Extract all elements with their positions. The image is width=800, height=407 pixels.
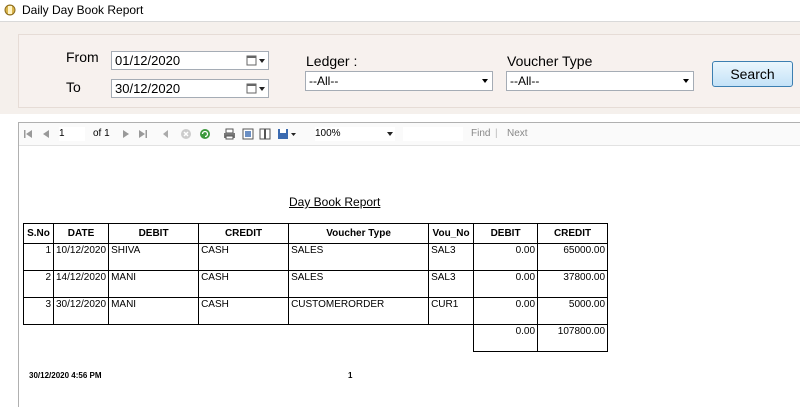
toolbar-separator: | <box>495 128 498 139</box>
table-cell: 2 <box>23 270 54 298</box>
total-debit: 0.00 <box>473 324 539 352</box>
chevron-down-icon[interactable] <box>387 132 393 136</box>
refresh-icon[interactable] <box>199 128 211 140</box>
window-title: Daily Day Book Report <box>22 3 144 17</box>
page-count: of 1 <box>93 128 110 139</box>
column-header: Vou_No <box>428 223 475 244</box>
stop-icon[interactable] <box>180 128 192 140</box>
table-cell: SAL3 <box>428 270 475 298</box>
report-footer-page: 1 <box>348 371 353 380</box>
chevron-down-icon <box>683 79 689 83</box>
to-date-value: 30/12/2020 <box>115 81 181 96</box>
search-button[interactable]: Search <box>712 61 793 87</box>
title-bar: Daily Day Book Report <box>0 0 800 22</box>
page-number-input[interactable]: 1 <box>59 127 85 141</box>
table-cell: 5000.00 <box>537 297 609 325</box>
table-header-row: S.No DATE DEBIT CREDIT Voucher Type Vou_… <box>23 223 609 244</box>
table-cell: CUSTOMERORDER <box>288 297 430 325</box>
export-icon[interactable] <box>277 128 297 140</box>
voucher-type-select[interactable]: --All-- <box>506 71 694 91</box>
table-cell: 10/12/2020 <box>52 243 110 271</box>
print-icon[interactable] <box>223 128 236 140</box>
table-cell: SALES <box>288 270 430 298</box>
table-cell: MANI <box>108 297 200 325</box>
to-date-picker[interactable]: 30/12/2020 <box>111 79 269 98</box>
next-link[interactable]: Next <box>507 128 528 139</box>
back-icon[interactable] <box>162 129 172 139</box>
first-page-icon[interactable] <box>23 129 33 139</box>
report-footer-datetime: 30/12/2020 4:56 PM <box>29 371 102 380</box>
column-header: S.No <box>23 223 54 244</box>
report-table: S.No DATE DEBIT CREDIT Voucher Type Vou_… <box>23 223 609 352</box>
from-date-value: 01/12/2020 <box>115 53 181 68</box>
table-cell: CASH <box>198 270 290 298</box>
table-cell: 30/12/2020 <box>52 297 110 325</box>
column-header: CREDIT <box>537 223 609 244</box>
ledger-label: Ledger : <box>306 53 358 69</box>
filter-panel: From 01/12/2020 To 30/12/2020 Ledger : -… <box>0 22 800 114</box>
report-toolbar: 1 of 1 100% Find | Next <box>19 123 800 146</box>
table-cell: 1 <box>23 243 54 271</box>
table-row: 1 10/12/2020 SHIVA CASH SALES SAL3 0.00 … <box>23 243 609 271</box>
table-cell: 0.00 <box>473 297 539 325</box>
ledger-select[interactable]: --All-- <box>305 71 493 91</box>
table-cell: CASH <box>198 243 290 271</box>
to-label: To <box>66 79 81 95</box>
report-viewer: 1 of 1 100% Find | Next Day Book Report … <box>18 122 800 407</box>
chevron-down-icon <box>482 79 488 83</box>
column-header: DATE <box>52 223 110 244</box>
find-link[interactable]: Find <box>471 128 490 139</box>
calendar-dropdown-icon[interactable] <box>246 82 266 95</box>
table-cell: 3 <box>23 297 54 325</box>
column-header: DEBIT <box>108 223 200 244</box>
totals-spacer <box>24 325 474 352</box>
column-header: CREDIT <box>198 223 290 244</box>
table-cell: 0.00 <box>473 243 539 271</box>
table-cell: 14/12/2020 <box>52 270 110 298</box>
app-icon <box>4 4 16 16</box>
totals-row: 0.00 107800.00 <box>24 324 609 352</box>
table-cell: SAL3 <box>428 243 475 271</box>
ledger-selected-value: --All-- <box>309 74 339 88</box>
table-cell: 37800.00 <box>537 270 609 298</box>
table-cell: 0.00 <box>473 270 539 298</box>
table-cell: CASH <box>198 297 290 325</box>
report-title: Day Book Report <box>289 195 381 209</box>
table-row: 2 14/12/2020 MANI CASH SALES SAL3 0.00 3… <box>23 270 609 298</box>
column-header: DEBIT <box>473 223 539 244</box>
table-cell: MANI <box>108 270 200 298</box>
voucher-type-selected-value: --All-- <box>510 74 540 88</box>
last-page-icon[interactable] <box>138 129 148 139</box>
table-row: 3 30/12/2020 MANI CASH CUSTOMERORDER CUR… <box>23 297 609 325</box>
next-page-icon[interactable] <box>121 129 131 139</box>
column-header: Voucher Type <box>288 223 430 244</box>
from-label: From <box>66 49 99 65</box>
table-cell: CUR1 <box>428 297 475 325</box>
page-setup-icon[interactable] <box>259 128 271 140</box>
voucher-type-label: Voucher Type <box>507 53 593 69</box>
print-layout-icon[interactable] <box>242 128 254 140</box>
zoom-select[interactable]: 100% <box>315 127 395 141</box>
total-credit: 107800.00 <box>537 324 609 352</box>
from-date-picker[interactable]: 01/12/2020 <box>111 51 269 70</box>
table-cell: 65000.00 <box>537 243 609 271</box>
find-input[interactable] <box>403 127 463 141</box>
table-cell: SALES <box>288 243 430 271</box>
table-cell: SHIVA <box>108 243 200 271</box>
previous-page-icon[interactable] <box>41 129 51 139</box>
calendar-dropdown-icon[interactable] <box>246 54 266 67</box>
